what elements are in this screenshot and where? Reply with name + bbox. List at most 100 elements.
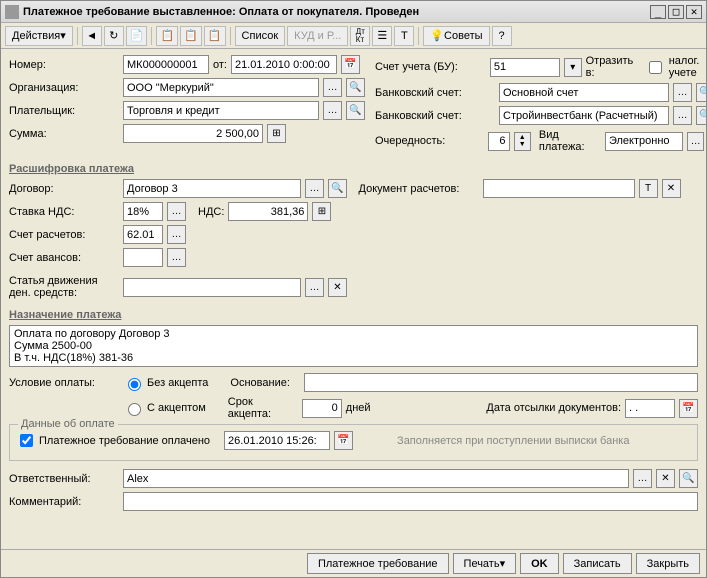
days-label: дней [346,402,371,414]
contract-input[interactable] [123,179,301,198]
refresh-button[interactable]: ↻ [104,26,124,46]
tool-button-3[interactable]: 📋 [180,26,202,46]
from-label: от: [213,59,227,71]
tool-button-4[interactable]: 📋 [204,26,226,46]
doc-input[interactable] [483,179,635,198]
back-button[interactable]: ◄ [82,26,102,46]
number-label: Номер: [9,59,119,71]
vat-rate-select-button[interactable]: … [167,202,186,221]
paid-checkbox[interactable]: Платежное требование оплачено [16,431,210,450]
kud-button[interactable]: КУД и Р... [287,26,348,46]
resp-clear-button[interactable]: ✕ [656,469,675,488]
paydata-hint: Заполняется при поступлении выписки банк… [397,435,629,447]
priority-label: Очередность: [375,135,484,147]
priority-input[interactable] [488,132,510,151]
paytype-input[interactable] [605,132,683,151]
bank2-select-button[interactable]: … [673,106,692,125]
radio-no-accept[interactable]: Без акцепта [123,375,208,391]
print-button[interactable]: Печать ▾ [453,553,517,574]
resp-select-button[interactable]: … [633,469,652,488]
purpose-textarea[interactable]: Оплата по договору Договор 3 Сумма 2500-… [9,325,698,367]
basis-label: Основание: [230,377,300,389]
org-label: Организация: [9,82,119,94]
basis-input[interactable] [304,373,698,392]
calculator-icon[interactable]: ⊞ [267,124,286,143]
resp-input[interactable] [123,469,629,488]
vat-input[interactable] [228,202,308,221]
tips-button[interactable]: 💡Советы [423,26,489,46]
save-button[interactable]: Записать [563,553,632,574]
payment-request-button[interactable]: Платежное требование [307,553,449,574]
minimize-button[interactable]: _ [650,5,666,19]
payer-label: Плательщик: [9,105,119,117]
condition-label: Условие оплаты: [9,377,119,389]
adv-acc-input[interactable] [123,248,163,267]
priority-stepper[interactable]: ▲▼ [514,132,531,151]
docs-date-calendar-icon[interactable]: 📅 [679,399,698,418]
doc-type-button[interactable]: T [639,179,658,198]
payer-input[interactable] [123,101,319,120]
sum-input[interactable] [123,124,263,143]
org-input[interactable] [123,78,319,97]
payer-search-icon[interactable]: 🔍 [346,101,365,120]
adv-acc-label: Счет авансов: [9,252,119,264]
account-label: Счет учета (БУ): [375,61,486,73]
help-button[interactable]: ? [492,26,512,46]
close-button[interactable]: Закрыть [636,553,700,574]
paydata-title: Данные об оплате [18,418,118,430]
tool-button-1[interactable]: 📄 [126,26,148,46]
tool-button-2[interactable]: 📋 [156,26,178,46]
bank1-label: Банковский счет: [375,87,495,99]
payer-select-button[interactable]: … [323,101,342,120]
movement-input[interactable] [123,278,301,297]
list-button[interactable]: Список [235,26,286,46]
accept-time-input[interactable] [302,399,342,418]
bank2-search-icon[interactable]: 🔍 [696,106,706,125]
vat-label: НДС: [198,206,224,218]
vat-calculator-icon[interactable]: ⊞ [312,202,331,221]
bank1-search-icon[interactable]: 🔍 [696,83,706,102]
tax-checkbox[interactable] [649,61,662,74]
paytype-label: Вид платежа: [539,129,601,153]
toolbar: Действия ▾ ◄ ↻ 📄 📋 📋 📋 Список КУД и Р...… [1,23,706,49]
adv-acc-select-button[interactable]: … [167,248,186,267]
org-search-icon[interactable]: 🔍 [346,78,365,97]
resp-search-icon[interactable]: 🔍 [679,469,698,488]
ok-button[interactable]: OK [520,553,559,574]
account-dropdown-icon[interactable]: ▾ [564,58,582,77]
close-window-button[interactable]: ✕ [686,5,702,19]
calc-acc-select-button[interactable]: … [167,225,186,244]
bank1-input[interactable] [499,83,669,102]
account-input[interactable] [490,58,560,77]
resp-label: Ответственный: [9,473,119,485]
dt-kt-button[interactable]: ДтКт [350,26,370,46]
contract-search-icon[interactable]: 🔍 [328,179,347,198]
tool-button-5[interactable]: ☰ [372,26,392,46]
org-select-button[interactable]: … [323,78,342,97]
movement-clear-button[interactable]: ✕ [328,278,347,297]
tool-button-6[interactable]: Т [394,26,414,46]
calc-acc-input[interactable] [123,225,163,244]
doc-clear-button[interactable]: ✕ [662,179,681,198]
maximize-button[interactable]: □ [668,5,684,19]
bank2-input[interactable] [499,106,669,125]
vat-rate-input[interactable] [123,202,163,221]
radio-with-accept[interactable]: С акцептом [123,400,206,416]
actions-menu[interactable]: Действия ▾ [5,26,73,46]
reflect-label: Отразить в: [586,55,641,79]
date-input[interactable] [231,55,337,74]
contract-select-button[interactable]: … [305,179,324,198]
movement-select-button[interactable]: … [305,278,324,297]
paytype-select-button[interactable]: … [687,132,704,151]
calc-acc-label: Счет расчетов: [9,229,119,241]
docs-date-label: Дата отсылки документов: [486,402,621,414]
calendar-icon[interactable]: 📅 [341,55,360,74]
bank1-select-button[interactable]: … [673,83,692,102]
number-input[interactable] [123,55,209,74]
paid-date-input[interactable] [224,431,330,450]
comment-input[interactable] [123,492,698,511]
paid-date-calendar-icon[interactable]: 📅 [334,431,353,450]
comment-label: Комментарий: [9,496,119,508]
titlebar: Платежное требование выставленное: Оплат… [1,1,706,23]
docs-date-input[interactable] [625,399,675,418]
